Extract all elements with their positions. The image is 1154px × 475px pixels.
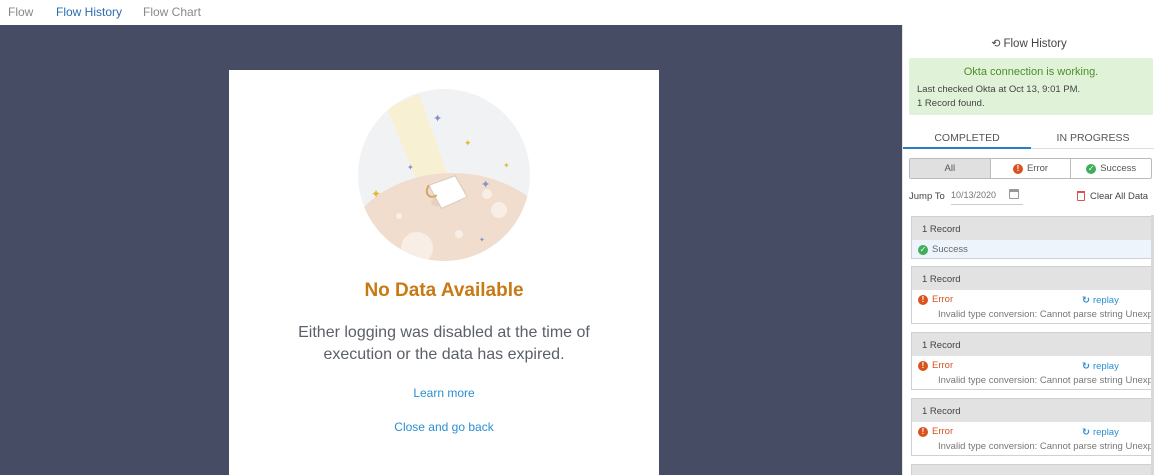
flow-history-panel: ⟲ Flow History Okta connection is working…: [902, 25, 1154, 475]
svg-text:✦: ✦: [503, 161, 510, 170]
record-item[interactable]: ! Error ↻ replay Invalid type conversion: …: [911, 356, 1154, 390]
record-group: 1 Record ! Error ↻ replay Invalid type con…: [911, 266, 1154, 324]
replay-button[interactable]: ↻ replay: [1082, 295, 1119, 306]
okta-records-found: 1 Record found.: [917, 98, 985, 109]
svg-text:✦: ✦: [479, 236, 485, 244]
record-count[interactable]: 1 Record: [911, 266, 1154, 290]
record-item[interactable]: ✓ Success: [911, 240, 1154, 259]
okta-last-checked: Last checked Okta at Oct 13, 9:01 PM.: [917, 84, 1081, 95]
empty-moon-illustration: ✦ ✦ ✦ ✦ ✦ ✦ ✦: [358, 89, 530, 261]
record-status: ! Error: [918, 426, 953, 437]
error-icon: !: [918, 294, 928, 305]
calendar-icon[interactable]: [1009, 189, 1019, 199]
replay-label: replay: [1092, 361, 1119, 372]
filter-error-button[interactable]: ! Error: [991, 159, 1072, 178]
okta-status-headline: Okta connection is working.: [963, 66, 1099, 78]
filter-all-label: All: [944, 163, 956, 174]
record-status-label: Error: [932, 294, 954, 305]
record-status: ✓ Success: [918, 244, 968, 255]
filter-all-button[interactable]: All: [910, 159, 991, 178]
status-filter-group: All ! Error ✓ Success: [909, 158, 1152, 179]
error-icon: !: [1012, 163, 1023, 174]
empty-state-card: ✦ ✦ ✦ ✦ ✦ ✦ ✦ No Data Available Either l…: [229, 70, 659, 475]
record-error-message: Invalid type conversion: Cannot parse st…: [938, 441, 1153, 452]
svg-text:✦: ✦: [433, 113, 442, 125]
record-count-partial[interactable]: [911, 464, 1154, 475]
record-error-message: Invalid type conversion: Cannot parse st…: [938, 309, 1153, 320]
replay-button[interactable]: ↻ replay: [1082, 361, 1119, 372]
record-status: ! Error: [918, 294, 953, 305]
empty-state-title: No Data Available: [364, 280, 524, 301]
record-count[interactable]: 1 Record: [911, 398, 1154, 422]
replay-icon: ↻: [1082, 295, 1090, 306]
record-status: ! Error: [918, 360, 953, 371]
replay-button[interactable]: ↻ replay: [1082, 427, 1119, 438]
record-status-label: Error: [932, 360, 954, 371]
error-icon: !: [918, 360, 928, 371]
clear-all-data-button[interactable]: Clear All Data: [1090, 191, 1148, 202]
panel-title: ⟲ Flow History: [903, 37, 1154, 50]
empty-state-message: Either logging was disabled at the time …: [298, 324, 590, 363]
top-tab-bar: Flow Flow History Flow Chart: [0, 0, 1154, 25]
learn-more-link[interactable]: Learn more: [229, 386, 659, 400]
trash-icon: [1077, 191, 1085, 201]
check-icon: ✓: [1086, 163, 1097, 174]
record-item[interactable]: ! Error ↻ replay Invalid type conversion: …: [911, 290, 1154, 324]
close-and-go-back-link[interactable]: Close and go back: [229, 420, 659, 434]
check-icon: ✓: [918, 244, 928, 255]
record-group: 1 Record ! Error ↻ replay Invalid type con…: [911, 398, 1154, 456]
tab-flow-chart[interactable]: Flow Chart: [143, 5, 201, 19]
error-icon: !: [918, 426, 928, 437]
record-error-message: Invalid type conversion: Cannot parse st…: [938, 375, 1153, 386]
tab-flow-history[interactable]: Flow History: [56, 5, 122, 19]
jump-to-label: Jump To: [909, 191, 945, 202]
panel-title-label: Flow History: [1003, 38, 1067, 50]
tab-completed[interactable]: COMPLETED: [903, 132, 1031, 144]
filter-success-button[interactable]: ✓ Success: [1071, 159, 1151, 178]
history-icon: ⟲: [991, 38, 1001, 50]
replay-icon: ↻: [1082, 427, 1090, 438]
svg-text:✦: ✦: [371, 187, 381, 201]
record-status-label: Error: [932, 426, 954, 437]
record-group: [911, 464, 1154, 475]
replay-label: replay: [1092, 295, 1119, 306]
record-group: 1 Record ! Error ↻ replay Invalid type con…: [911, 332, 1154, 390]
replay-icon: ↻: [1082, 361, 1090, 372]
record-group: 1 Record ✓ Success: [911, 216, 1154, 259]
flow-canvas: ✦ ✦ ✦ ✦ ✦ ✦ ✦ No Data Available Either l…: [0, 25, 902, 475]
svg-text:✦: ✦: [481, 179, 490, 191]
replay-label: replay: [1092, 427, 1119, 438]
active-tab-indicator: [903, 147, 1031, 149]
record-count[interactable]: 1 Record: [911, 332, 1154, 356]
tab-in-progress[interactable]: IN PROGRESS: [1031, 132, 1154, 144]
svg-text:✦: ✦: [407, 163, 414, 172]
filter-error-label: Error: [1026, 163, 1049, 174]
record-status-label: Success: [932, 244, 968, 255]
record-count[interactable]: 1 Record: [911, 216, 1154, 240]
tab-flow[interactable]: Flow: [8, 5, 33, 19]
filter-success-label: Success: [1100, 163, 1137, 174]
record-item[interactable]: ! Error ↻ replay Invalid type conversion: …: [911, 422, 1154, 456]
svg-text:✦: ✦: [464, 138, 472, 148]
app-root: Flow Flow History Flow Chart ✦ ✦ ✦ ✦ ✦ ✦…: [0, 0, 1154, 475]
okta-status-banner: Okta connection is working. Last checked…: [909, 58, 1153, 115]
